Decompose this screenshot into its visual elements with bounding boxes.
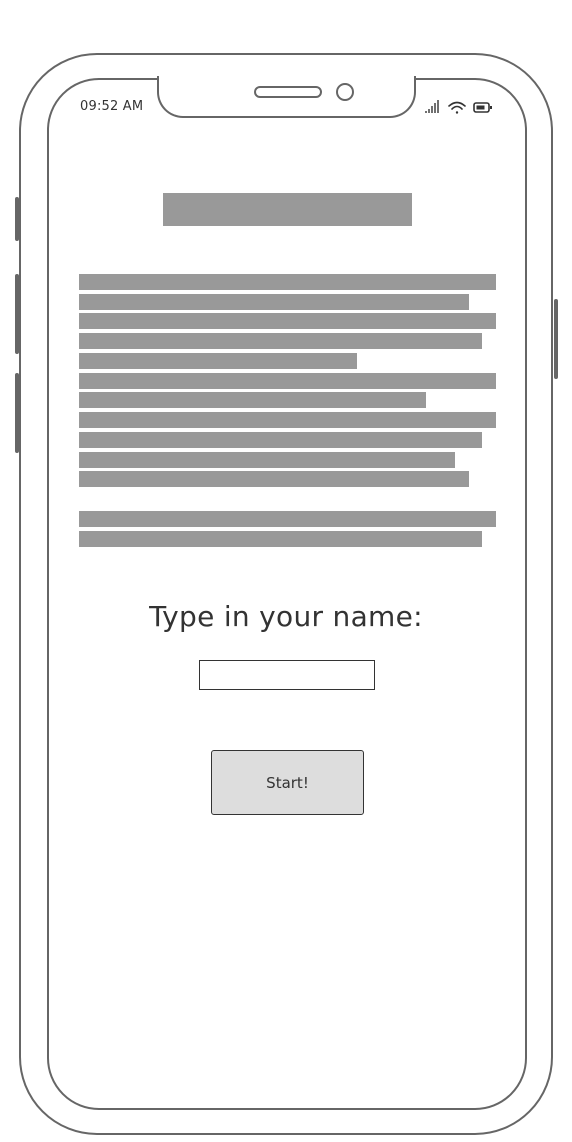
text-line [79,412,496,428]
text-line [79,313,496,329]
name-prompt: Type in your name: [149,600,423,633]
text-line [79,471,469,487]
text-line [79,392,426,408]
battery-icon [473,102,492,113]
wifi-icon [448,101,466,114]
status-time: 09:52 AM [80,99,144,114]
status-icons [424,98,494,116]
text-line [79,333,482,349]
text-line [79,373,496,389]
text-line [79,274,496,290]
text-line [79,511,496,527]
text-line [79,452,455,468]
start-button[interactable]: Start! [211,750,364,815]
text-line [79,432,482,448]
name-input[interactable] [199,660,375,690]
text-line [79,294,469,310]
title-placeholder [163,193,412,226]
power-button [554,299,558,379]
signal-icon [425,100,439,113]
phone-screen [47,78,527,1110]
front-camera [336,83,354,101]
speaker-grille [254,86,322,98]
text-line [79,353,357,369]
text-line [79,531,482,547]
